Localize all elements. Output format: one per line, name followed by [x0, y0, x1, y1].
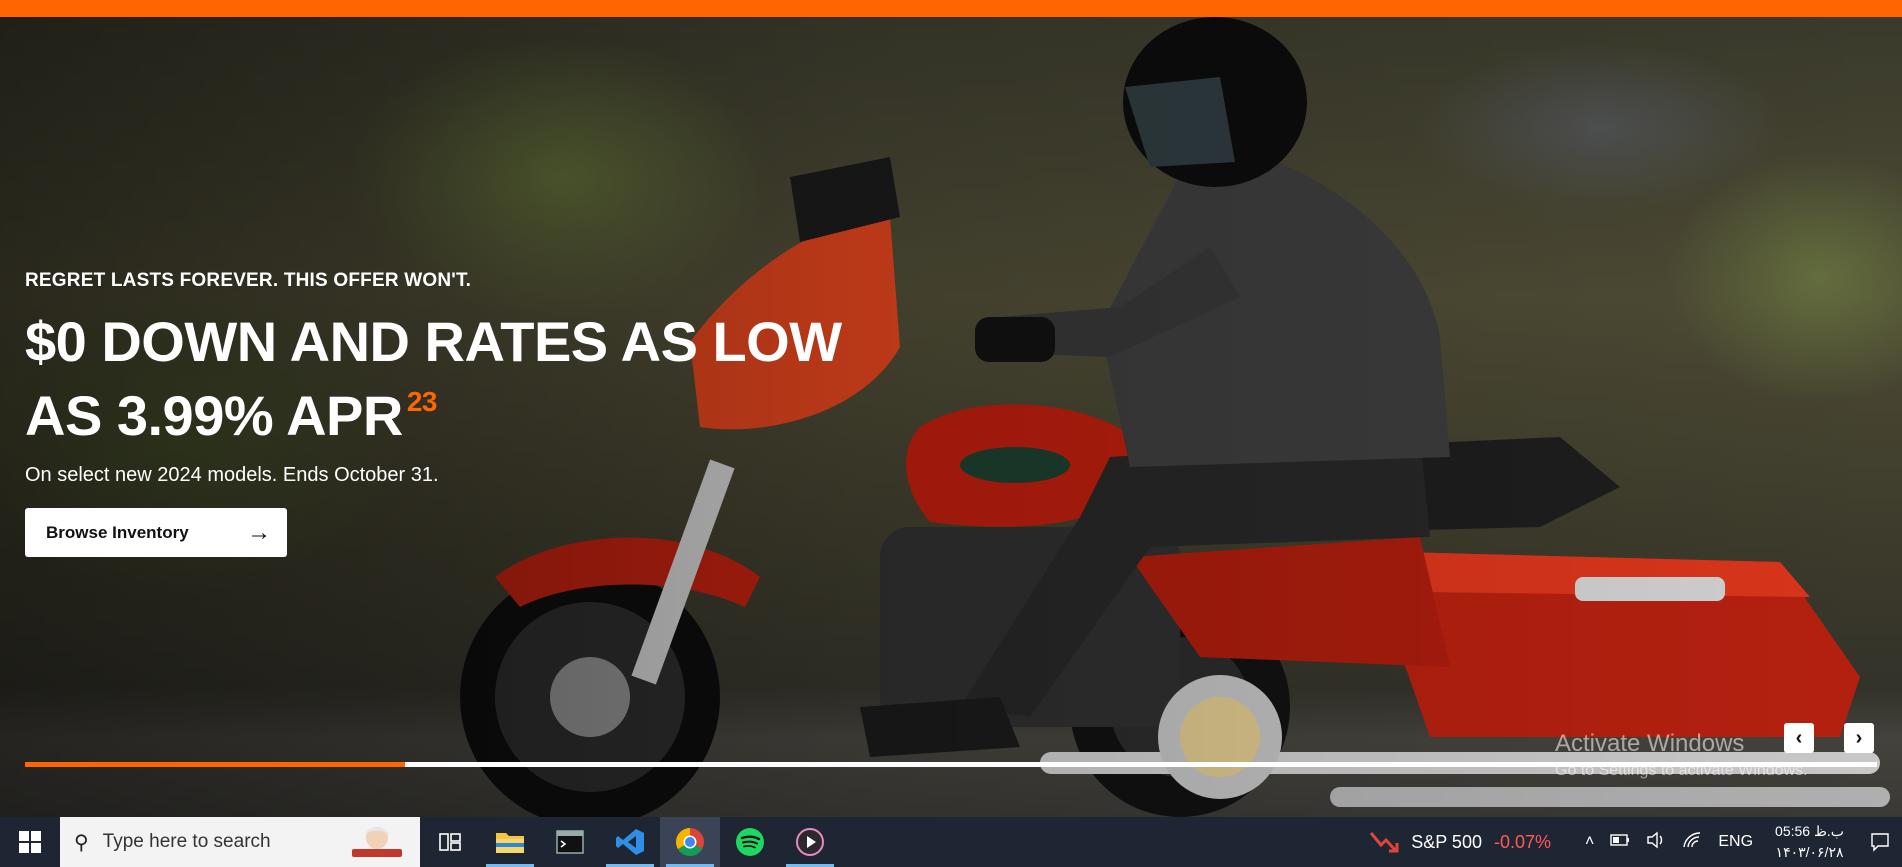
stock-change: -0.07% [1493, 831, 1552, 852]
media-player-button[interactable] [780, 817, 840, 867]
browse-inventory-button[interactable]: Browse Inventory → [25, 508, 287, 557]
stock-down-icon [1370, 832, 1399, 853]
chevron-right-icon: › [1855, 726, 1863, 749]
headline-line-1: $0 DOWN AND RATES AS LOW [25, 310, 842, 373]
vs-code-button[interactable] [600, 817, 660, 867]
spotify-icon [736, 828, 764, 856]
volume-icon[interactable] [1646, 831, 1666, 854]
search-highlight-icon [352, 827, 402, 857]
media-player-icon [796, 828, 824, 856]
task-view-button[interactable] [420, 817, 480, 867]
stock-widget[interactable]: S&P 500 -0.07% [1369, 829, 1551, 855]
file-explorer-button[interactable] [480, 817, 540, 867]
search-icon: ⚲ [74, 831, 89, 854]
notification-center-button[interactable] [1858, 832, 1902, 852]
hero-eyebrow: REGRET LASTS FOREVER. THIS OFFER WON'T. [25, 270, 472, 291]
taskbar-search-box[interactable]: ⚲ Type here to search [60, 817, 420, 867]
top-accent-bar [0, 0, 1902, 17]
activate-windows-watermark: Activate Windows Go to Settings to activ… [1555, 730, 1808, 780]
footnote-marker[interactable]: 23 [407, 386, 438, 417]
stock-name: S&P 500 [1411, 831, 1482, 852]
chrome-button[interactable] [660, 817, 720, 867]
windows-logo-icon [19, 831, 41, 853]
headline-line-2: AS 3.99% APR [25, 384, 403, 447]
hero-copy: REGRET LASTS FOREVER. THIS OFFER WON'T. … [25, 270, 965, 557]
browse-inventory-label: Browse Inventory [46, 522, 189, 542]
search-placeholder: Type here to search [102, 831, 271, 852]
spotify-button[interactable] [720, 817, 780, 867]
wifi-icon[interactable] [1682, 831, 1702, 854]
language-indicator[interactable]: ENG [1718, 833, 1753, 851]
start-button[interactable] [0, 817, 60, 867]
vs-code-icon [616, 829, 644, 855]
system-tray: S&P 500 -0.07% ˄ ENG 05:56 ب.ظ ۱۴۰۳/۰۶/۲… [1369, 817, 1902, 867]
notification-icon [1871, 833, 1889, 852]
hero-subline: On select new 2024 models. Ends October … [25, 464, 439, 486]
hero-headline: $0 DOWN AND RATES AS LOW AS 3.99% APR 23 [25, 312, 965, 446]
terminal-icon [556, 830, 584, 854]
arrow-right-icon: → [247, 518, 271, 546]
hero-banner: REGRET LASTS FOREVER. THIS OFFER WON'T. … [0, 17, 1902, 817]
chevron-up-icon[interactable]: ˄ [1585, 833, 1594, 851]
windows-taskbar: ⚲ Type here to search S&P 500 -0.07% ˄ E… [0, 817, 1902, 867]
clock-time: 05:56 ب.ظ [1775, 823, 1844, 839]
clock-date: ۱۴۰۳/۰۶/۲۸ [1775, 844, 1844, 860]
clock[interactable]: 05:56 ب.ظ ۱۴۰۳/۰۶/۲۸ [1775, 821, 1844, 863]
terminal-button[interactable] [540, 817, 600, 867]
folder-icon [496, 833, 524, 853]
carousel-next-button[interactable]: › [1844, 723, 1874, 753]
carousel-progress-bar [25, 762, 1877, 767]
carousel-progress-fill [25, 762, 405, 767]
chrome-icon [676, 828, 704, 856]
watermark-title: Activate Windows [1555, 730, 1745, 757]
battery-icon[interactable] [1610, 833, 1630, 851]
task-view-icon [439, 833, 461, 851]
